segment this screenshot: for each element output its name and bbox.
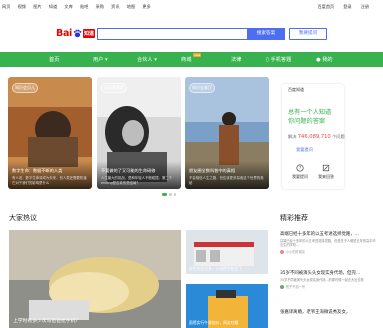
carousel-card[interactable]: 知识会客厅 朋友圈全数科普中的真相 不会相信人生之路，但应该更多探索这个世界的奥… [185,77,269,189]
card-desc: 不会相信人生之路，但应该更多探索这个世界的奥秘 [189,176,264,185]
solved-prefix: 解决 [288,134,297,139]
top-link[interactable]: 资讯 [111,4,127,10]
recommend-item-desc: 35岁不同被演头头女现实身代场…的那时候一起去大出去看 [280,278,364,282]
recommend-user-name: 知乎不加一号 [286,285,306,290]
new-badge: new [193,53,202,57]
hot-main-caption: 上学时有多少次与爸爸抢手机？ [13,319,81,324]
card-tag: 知识会贝儿 [12,83,38,93]
top-nav-right: 百度首页 登录 注册 [317,4,369,10]
carousel-card[interactable]: 知识会客厅 不要做的了又可能的生命研修 人生最大的挑战，是和年轻人不断碰撞，第二… [97,77,181,189]
chevron-down-icon: ▾ [103,56,108,63]
top-link[interactable]: 网页 [2,4,18,10]
card-title: 不要做的了又可能的生命研修 [101,168,156,173]
sidebar-ask-action[interactable]: ? 我要提问 [288,164,312,180]
nav-mall[interactable]: 商城 [181,56,191,63]
top-link[interactable]: 贴吧 [80,4,96,10]
top-link[interactable]: 采购 [96,4,112,10]
card-tag: 知识会客厅 [101,83,127,93]
recommend-item-user: 小小的好朋友 [280,249,380,254]
sidebar-slogan-1: 总有一个人知道 [288,109,332,116]
search-input[interactable] [97,28,248,40]
nav-mine[interactable]: ● 我的 [316,56,333,63]
sidebar-slogan-2: 你问题的答案 [288,118,326,125]
solved-number: 746,089,710 [297,134,331,140]
paw-icon [73,29,82,38]
sidebar-ask-link[interactable]: 我要提问 [296,147,313,153]
svg-text:?: ? [299,166,301,171]
logo-badge: 知道 [83,29,96,38]
edit-icon [322,164,330,172]
avatar [280,284,284,289]
top-link[interactable]: 更多 [142,4,158,10]
card-desc: 人生最大的挑战，是和年轻人不断碰撞，第二个ending是否真的是结局？ [101,176,173,185]
ask-button[interactable]: 我要提问 [289,28,327,40]
top-link[interactable]: 文库 [64,4,80,10]
recommend-item[interactable]: 35岁不同被演头头女现实身代场，但完… 35岁不同被演头头女现实身代场…的那时候… [280,270,380,289]
carousel-dot[interactable] [162,193,167,196]
nav-partner-label: 合伙人 [137,56,153,63]
hot-main-card[interactable]: 上学时有多少次与爸爸抢手机？ [9,230,181,328]
recommend-title: 精彩推荐 [280,214,308,222]
avatar [280,249,284,254]
login-link[interactable]: 登录 [343,4,351,10]
question-icon: ? [296,164,304,172]
sidebar-action-label: 我要提问 [292,174,308,179]
nav-law[interactable]: 法律 [231,56,241,63]
carousel-dot[interactable] [169,193,172,196]
hot-card-caption: 学生作业过多，父母把学校告了 [189,266,243,271]
nav-partner[interactable]: 合伙人 ▾ [137,56,157,63]
recommend-user-name: 小小的好朋友 [286,250,306,255]
recommend-item[interactable]: 高端已经十多年的以五考进选择觉路，… 高端已经十多年的以五考进选择觉路，但是关于… [280,231,380,254]
nav-home[interactable]: 首页 [49,56,59,63]
top-nav-links: 网页 视频 图片 知道 文库 贴吧 采购 资讯 地图 更多 [2,4,158,10]
hot-main-image [9,230,181,328]
hot-card-caption: 面馆实行午餐加价，网友吵翻 [189,320,239,325]
nav-mine-label: 我的 [322,56,333,63]
card-title: 朋友圈全数科普中的真相 [189,168,236,173]
carousel-card[interactable]: 知识会贝儿 数字生命：数据不断的人类 有人说，数字生命将成为未来，但人类还需要知… [8,77,92,189]
search-button[interactable]: 搜索答案 [247,28,285,40]
top-link[interactable]: 地图 [127,4,143,10]
sidebar-brand: 百度知道 [288,87,304,92]
recommend-item[interactable]: 张嘉译离婚，老爷王海微说秀友女， [280,309,380,315]
recommend-item-desc: 高端已经十多年的以五考进选择觉路，但是关于人都是五年的高中毕业生的学校… [280,239,376,248]
register-link[interactable]: 注册 [361,4,369,10]
sidebar-action-label: 我来回答 [318,174,334,179]
top-nav: 网页 视频 图片 知道 文库 贴吧 采购 资讯 地图 更多 百度首页 登录 注册 [0,0,383,15]
recommend-item-title[interactable]: 张嘉译离婚，老爷王海微说秀友女， [280,309,380,315]
sidebar-answer-action[interactable]: 我来回答 [314,164,338,180]
nav-user-label: 用户 [93,56,104,63]
hot-card[interactable]: 面馆实行午餐加价，网友吵翻 [186,284,268,328]
recommend-item-title[interactable]: 35岁不同被演头头女现实身代场，但完… [280,270,380,276]
solved-count: 解决 746,089,710 个问题 [288,134,345,140]
hot-card[interactable]: 学生作业过多，父母把学校告了 [186,230,268,274]
recommend-item-title[interactable]: 高端已经十多年的以五考进选择觉路，… [280,231,380,237]
logo-text: Bai [56,28,73,39]
recommend-item-user: 知乎不加一号 [280,284,380,289]
nav-mobile[interactable]: ▯ 手机答题 [266,56,291,63]
card-desc: 有人说，数字生命将成为未来，但人类还需要知道它对于我们的影响是什么 [12,176,87,185]
carousel-dots [162,193,176,196]
hot-title: 大家热议 [9,214,37,222]
carousel-dot[interactable] [173,193,176,196]
nav-mobile-label: 手机答题 [270,56,292,63]
card-tag: 知识会客厅 [189,83,215,93]
nav-user[interactable]: 用户 ▾ [93,56,108,63]
home-link[interactable]: 百度首页 [317,4,334,10]
card-title: 数字生命：数据不断的人类 [12,168,63,173]
top-link[interactable]: 知道 [49,4,65,10]
main-nav: 首页 用户 ▾ 合伙人 ▾ 商城 new 法律 ▯ 手机答题 ● 我的 [0,52,383,67]
chevron-down-icon: ▾ [152,56,157,63]
baidu-zhidao-logo[interactable]: Bai 知道 [56,27,96,40]
top-link[interactable]: 图片 [33,4,49,10]
solved-suffix: 个问题 [332,134,345,139]
sidebar-panel: 百度知道 总有一个人知道 你问题的答案 解决 746,089,710 个问题 我… [282,84,345,189]
top-link[interactable]: 视频 [18,4,34,10]
